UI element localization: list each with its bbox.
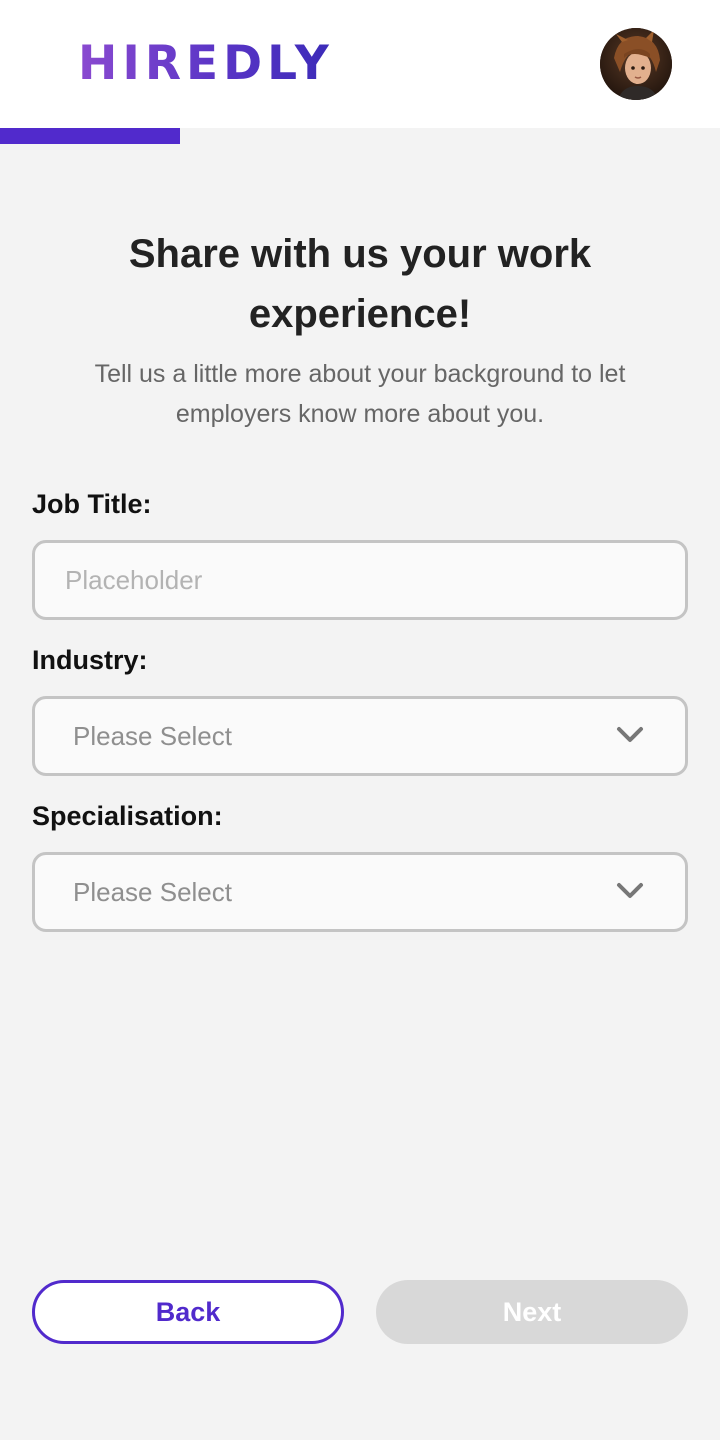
job-title-label: Job Title: [32, 489, 152, 519]
specialisation-select-value: Please Select [73, 877, 232, 907]
job-title-input[interactable] [32, 540, 688, 620]
app-header: HIREDLY [0, 0, 720, 128]
next-button[interactable]: Next [376, 1280, 688, 1344]
hiredly-logo[interactable]: HIREDLY [78, 38, 334, 90]
industry-select[interactable]: Please Select [32, 696, 688, 776]
specialisation-select[interactable]: Please Select [32, 852, 688, 932]
specialisation-label: Specialisation: [32, 801, 223, 831]
page-title: Share with us your work experience! [128, 232, 592, 336]
chevron-down-icon [617, 727, 643, 742]
avatar-image [600, 28, 672, 100]
industry-label: Industry: [32, 645, 148, 675]
industry-select-value: Please Select [73, 721, 232, 751]
chevron-down-icon [617, 883, 643, 898]
page-subtitle: Tell us a little more about your backgro… [94, 360, 626, 428]
back-button[interactable]: Back [32, 1280, 344, 1344]
user-avatar[interactable] [600, 28, 672, 100]
onboarding-progress-bar [0, 128, 180, 144]
